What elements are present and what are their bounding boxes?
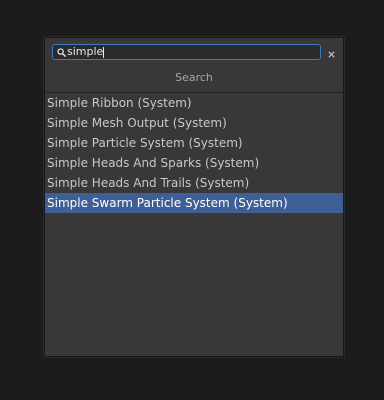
search-input[interactable]: simple: [66, 45, 320, 59]
close-icon: [327, 43, 335, 62]
result-item[interactable]: Simple Ribbon (System): [45, 93, 343, 113]
text-caret: [103, 46, 105, 58]
section-title: Search: [175, 71, 213, 84]
result-item[interactable]: Simple Mesh Output (System): [45, 113, 343, 133]
result-item[interactable]: Simple Particle System (System): [45, 133, 343, 153]
search-popup: simple Search Simple Ribbon (System) Sim…: [44, 37, 344, 357]
result-item[interactable]: Simple Heads And Trails (System): [45, 173, 343, 193]
clear-search-button[interactable]: [324, 44, 338, 60]
search-input-text: simple: [67, 45, 104, 58]
search-row: simple: [52, 44, 336, 60]
search-field[interactable]: simple: [52, 44, 321, 60]
result-item-selected[interactable]: Simple Swarm Particle System (System): [45, 193, 343, 213]
results-list: Simple Ribbon (System) Simple Mesh Outpu…: [45, 93, 343, 213]
result-item[interactable]: Simple Heads And Sparks (System): [45, 153, 343, 173]
search-icon: [56, 45, 66, 59]
